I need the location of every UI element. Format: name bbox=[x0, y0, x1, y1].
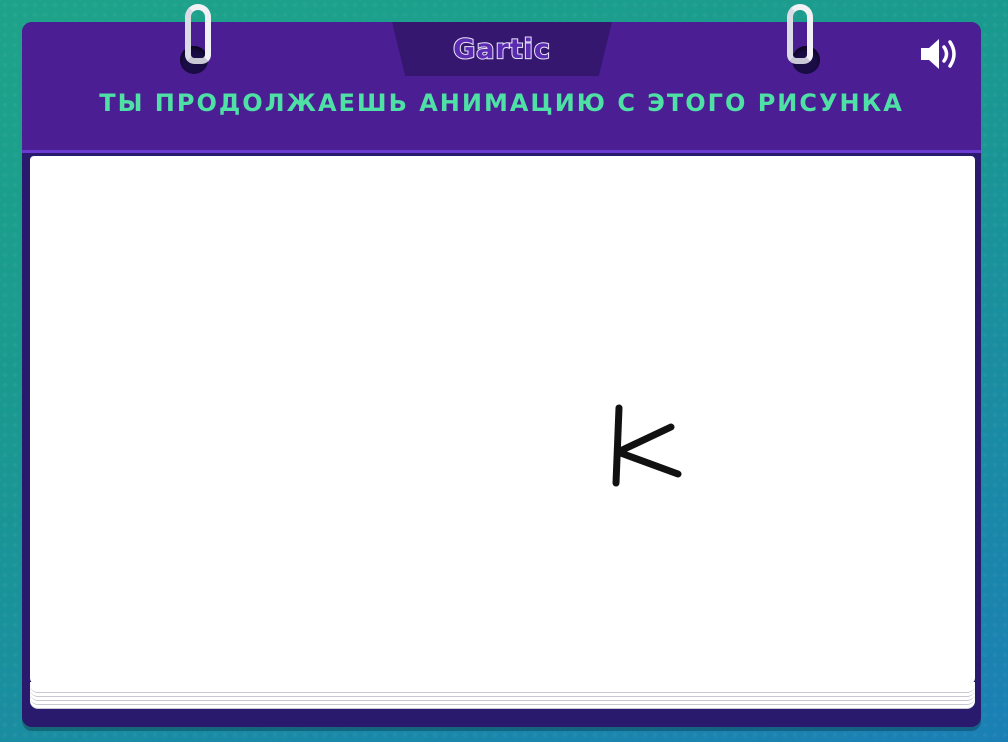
paper-stack bbox=[30, 156, 975, 709]
gartic-logo: Gartic bbox=[452, 33, 551, 66]
speaker-volume-icon bbox=[921, 39, 956, 69]
stroke-vertical bbox=[612, 404, 623, 487]
drawing-strokes bbox=[612, 404, 682, 487]
binder-ring-left-icon bbox=[185, 4, 211, 64]
logo-tab: Gartic bbox=[392, 22, 612, 76]
header-bar: Gartic ТЫ ПРОДОЛЖАЕШЬ АНИМАЦИЮ С ЭТОГО Р… bbox=[22, 4, 981, 153]
game-panel: Gartic ТЫ ПРОДОЛЖАЕШЬ АНИМАЦИЮ С ЭТОГО Р… bbox=[22, 4, 981, 727]
binder-ring-right-icon bbox=[787, 4, 813, 64]
drawing-canvas[interactable] bbox=[30, 156, 975, 684]
page-title: ТЫ ПРОДОЛЖАЕШЬ АНИМАЦИЮ С ЭТОГО РИСУНКА bbox=[99, 89, 904, 117]
sound-toggle-button[interactable] bbox=[917, 34, 965, 74]
stroke-diagonal bbox=[614, 423, 682, 478]
